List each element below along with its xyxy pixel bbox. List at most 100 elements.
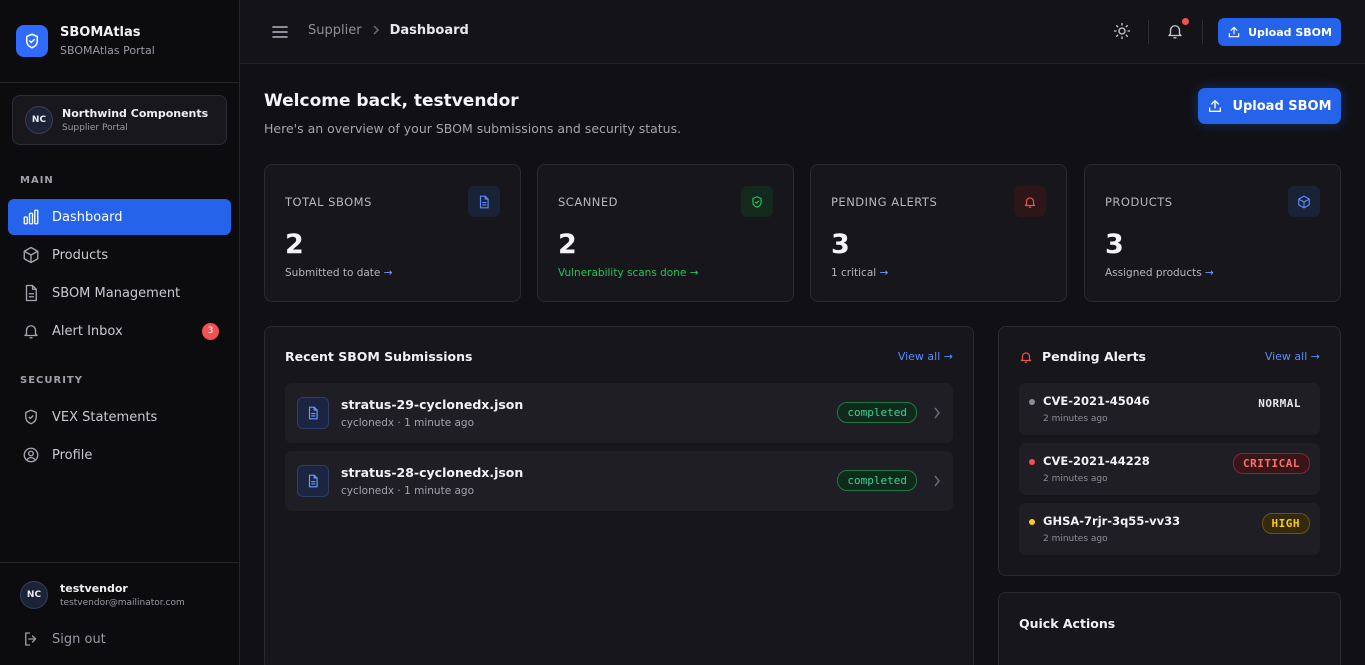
brand-subtitle: SBOMAtlas Portal <box>60 44 155 57</box>
sidebar-item-vex-statements[interactable]: VEX Statements <box>8 399 231 435</box>
arrow-icon: → <box>383 267 393 279</box>
topbar: Supplier Dashboard Upload SBOM <box>240 0 1365 64</box>
sign-out-label: Sign out <box>52 631 106 647</box>
upload-icon <box>1228 26 1240 38</box>
sidebar: SBOMAtlas SBOMAtlas Portal NC Northwind … <box>0 0 240 665</box>
welcome-section: Welcome back, testvendor Here's an overv… <box>264 91 681 136</box>
stat-sub[interactable]: 1 critical → <box>831 267 888 279</box>
menu-icon[interactable] <box>272 22 288 42</box>
stat-label: SCANNED <box>558 195 619 209</box>
theme-toggle-sun-icon[interactable] <box>1113 22 1131 40</box>
shield-check-icon <box>741 186 773 217</box>
sidebar-item-label: Products <box>52 247 109 263</box>
stat-sub-text: Assigned products <box>1105 267 1202 279</box>
submission-name: stratus-28-cyclonedx.json <box>341 465 524 480</box>
upload-button-label: Upload SBOM <box>1232 98 1332 114</box>
severity-badge: CRITICAL <box>1233 453 1310 474</box>
sidebar-item-label: Profile <box>52 447 93 463</box>
stat-label: PRODUCTS <box>1105 195 1173 209</box>
section-label-main: MAIN <box>20 175 54 186</box>
cube-icon <box>1288 186 1320 217</box>
sidebar-item-products[interactable]: Products <box>8 237 231 273</box>
notification-dot <box>1182 18 1189 25</box>
stat-card-scanned[interactable]: SCANNED 2 Vulnerability scans done → <box>537 164 794 302</box>
status-badge: completed <box>837 402 917 423</box>
severity-dot <box>1029 399 1035 405</box>
alert-count-badge: 3 <box>202 322 219 340</box>
user-profile[interactable]: NC testvendor testvendor@mailinator.com <box>20 581 185 609</box>
sidebar-item-dashboard[interactable]: Dashboard <box>8 199 231 235</box>
org-switcher[interactable]: NC Northwind Components Supplier Portal <box>12 95 227 145</box>
panel-title-row: Pending Alerts <box>1019 349 1146 364</box>
arrow-icon: → <box>689 267 699 279</box>
severity-badge: NORMAL <box>1258 397 1301 410</box>
bar-chart-icon <box>22 208 40 226</box>
stat-value: 3 <box>1105 229 1124 260</box>
sidebar-item-label: Dashboard <box>52 209 123 225</box>
sidebar-item-label: VEX Statements <box>52 409 158 425</box>
brand-name: SBOMAtlas <box>60 25 141 40</box>
sign-out-button[interactable]: Sign out <box>22 630 106 648</box>
stat-sub[interactable]: Assigned products → <box>1105 267 1214 279</box>
chevron-right-icon <box>933 405 941 424</box>
section-label-security: SECURITY <box>20 375 83 386</box>
panel-title: Recent SBOM Submissions <box>285 349 473 364</box>
sidebar-item-alert-inbox[interactable]: Alert Inbox 3 <box>8 313 231 349</box>
stat-label: TOTAL SBOMS <box>285 195 372 209</box>
notifications-bell-icon[interactable] <box>1166 22 1184 40</box>
quick-actions-panel: Quick Actions <box>998 592 1341 665</box>
bell-icon <box>1014 186 1046 217</box>
org-avatar: NC <box>25 106 53 134</box>
breadcrumb-current: Dashboard <box>389 23 469 38</box>
stat-label: PENDING ALERTS <box>831 195 938 209</box>
alert-row[interactable]: CVE-2021-45046 2 minutes ago NORMAL <box>1019 383 1320 435</box>
stat-sub-text: Vulnerability scans done <box>558 267 687 279</box>
submission-row[interactable]: stratus-29-cyclonedx.json cyclonedx · 1 … <box>285 383 953 443</box>
stat-sub[interactable]: Vulnerability scans done → <box>558 267 699 279</box>
page-subtitle: Here's an overview of your SBOM submissi… <box>264 121 682 136</box>
document-icon <box>297 465 329 497</box>
submission-name: stratus-29-cyclonedx.json <box>341 397 524 412</box>
document-icon <box>297 397 329 429</box>
stat-card-pending-alerts[interactable]: PENDING ALERTS 3 1 critical → <box>810 164 1067 302</box>
stat-card-products[interactable]: PRODUCTS 3 Assigned products → <box>1084 164 1341 302</box>
view-all-alerts-link[interactable]: View all → <box>1265 350 1320 363</box>
main-content: Supplier Dashboard Upload SBOM Welcome b… <box>240 0 1365 665</box>
upload-button-label: Upload SBOM <box>1248 25 1332 39</box>
breadcrumb: Supplier Dashboard <box>308 23 469 38</box>
recent-submissions-panel: Recent SBOM Submissions View all → strat… <box>264 326 974 665</box>
alert-row[interactable]: GHSA-7rjr-3q55-vv33 2 minutes ago HIGH <box>1019 503 1320 555</box>
severity-dot <box>1029 519 1035 525</box>
user-icon <box>22 446 40 464</box>
arrow-icon: → <box>879 267 889 279</box>
alert-row[interactable]: CVE-2021-44228 2 minutes ago CRITICAL <box>1019 443 1320 495</box>
upload-sbom-button[interactable]: Upload SBOM <box>1218 18 1341 46</box>
bell-icon <box>22 322 40 340</box>
submission-row[interactable]: stratus-28-cyclonedx.json cyclonedx · 1 … <box>285 451 953 511</box>
sidebar-item-label: SBOM Management <box>52 285 181 301</box>
bell-icon <box>1019 350 1033 364</box>
brand-header[interactable]: SBOMAtlas SBOMAtlas Portal <box>0 0 239 83</box>
breadcrumb-parent[interactable]: Supplier <box>308 23 362 38</box>
stat-value: 3 <box>831 229 850 260</box>
stat-sub-text: Submitted to date <box>285 267 381 279</box>
stat-value: 2 <box>285 229 304 260</box>
alert-id: CVE-2021-44228 <box>1043 454 1150 468</box>
user-name: testvendor <box>60 582 128 595</box>
chevron-right-icon <box>933 473 941 492</box>
severity-badge: HIGH <box>1261 513 1310 534</box>
sidebar-item-profile[interactable]: Profile <box>8 437 231 473</box>
upload-icon <box>1209 100 1222 112</box>
view-all-submissions-link[interactable]: View all → <box>898 350 953 363</box>
pending-alerts-panel: Pending Alerts View all → CVE-2021-45046… <box>998 326 1341 576</box>
panel-title: Pending Alerts <box>1042 349 1146 364</box>
sidebar-item-sbom-management[interactable]: SBOM Management <box>8 275 231 311</box>
submission-meta: cyclonedx · 1 minute ago <box>341 485 475 497</box>
stat-card-total-sboms[interactable]: TOTAL SBOMS 2 Submitted to date → <box>264 164 521 302</box>
box-icon <box>22 246 40 264</box>
severity-dot <box>1029 459 1035 465</box>
hero-upload-sbom-button[interactable]: Upload SBOM <box>1198 88 1341 124</box>
document-icon <box>468 186 500 217</box>
stat-sub[interactable]: Submitted to date → <box>285 267 393 279</box>
chevron-right-icon <box>372 24 380 38</box>
